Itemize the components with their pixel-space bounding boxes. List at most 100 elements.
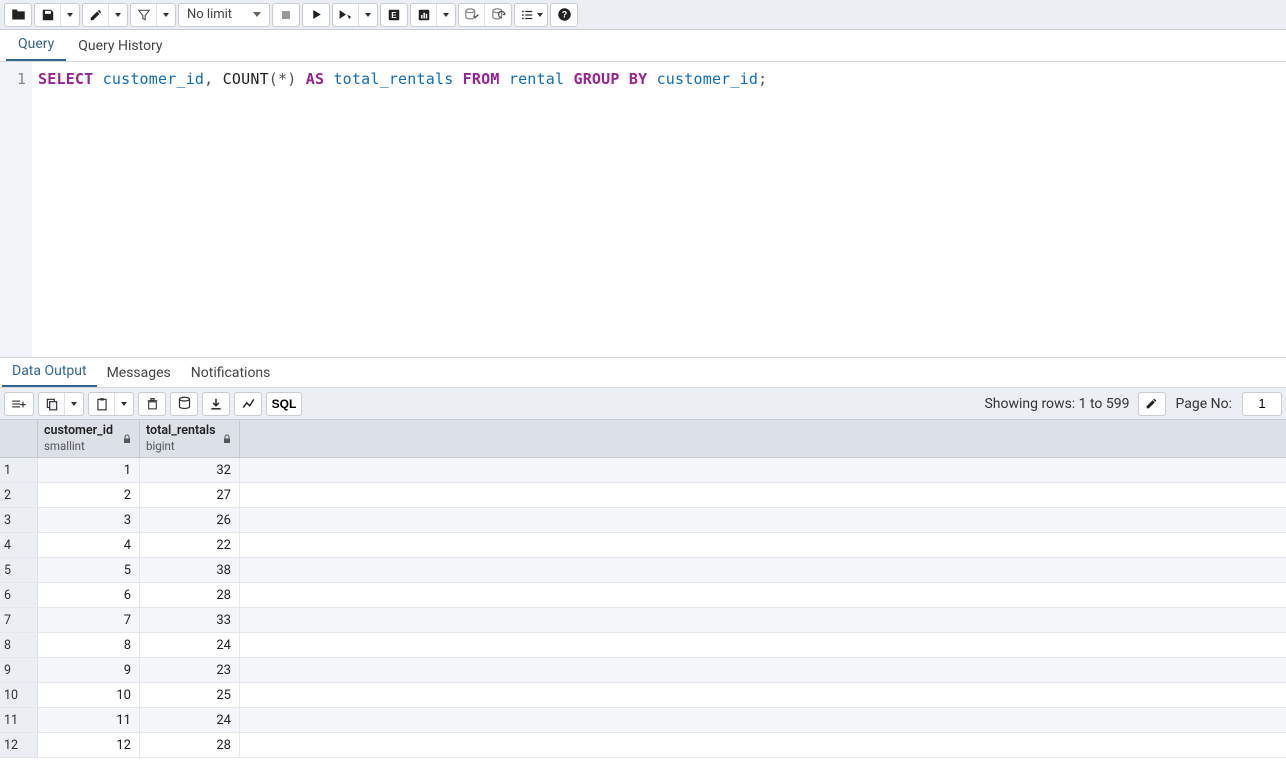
edit-dropdown-button[interactable] <box>109 4 127 26</box>
table-row[interactable]: 3326 <box>0 508 1286 533</box>
cell[interactable]: 1 <box>38 458 140 482</box>
table-row[interactable]: 101025 <box>0 683 1286 708</box>
tab-notifications[interactable]: Notifications <box>181 358 281 387</box>
save-data-button[interactable] <box>171 393 197 415</box>
execute-button[interactable] <box>303 4 329 26</box>
column-header-customer-id[interactable]: customer_id smallint <box>38 420 140 457</box>
db-rollback-icon <box>491 7 506 22</box>
save-button[interactable] <box>35 4 61 26</box>
table-row[interactable]: 2227 <box>0 483 1286 508</box>
cell[interactable]: 8 <box>38 633 140 657</box>
trash-icon <box>146 397 159 411</box>
cell[interactable]: 6 <box>38 583 140 607</box>
download-icon <box>209 397 223 411</box>
add-row-button[interactable] <box>5 393 33 415</box>
execute-dropdown-button[interactable] <box>359 4 377 26</box>
output-tabs: Data Output Messages Notifications <box>0 358 1286 388</box>
sql-button[interactable]: SQL <box>267 393 301 415</box>
grid-body[interactable]: 1132222733264422553866287733882499231010… <box>0 458 1286 758</box>
chevron-down-icon <box>71 402 77 406</box>
db-save-icon <box>177 396 192 411</box>
table-row[interactable]: 8824 <box>0 633 1286 658</box>
cell[interactable]: 24 <box>140 708 240 732</box>
rownum-header[interactable] <box>0 420 38 457</box>
cell[interactable]: 2 <box>38 483 140 507</box>
tab-query[interactable]: Query <box>6 28 66 61</box>
pencil-icon <box>1145 397 1158 410</box>
filter-button[interactable] <box>131 4 157 26</box>
cell[interactable]: 5 <box>38 558 140 582</box>
db-commit-icon <box>464 7 479 22</box>
cell[interactable]: 10 <box>38 683 140 707</box>
folder-icon <box>11 8 26 21</box>
cell[interactable]: 22 <box>140 533 240 557</box>
sql-editor[interactable]: 1 SELECT customer_id, COUNT(*) AS total_… <box>0 62 1286 358</box>
explain-analyze-dropdown-button[interactable] <box>437 4 455 26</box>
commit-button[interactable] <box>459 4 485 26</box>
cell[interactable]: 3 <box>38 508 140 532</box>
table-row[interactable]: 111124 <box>0 708 1286 733</box>
cell[interactable]: 26 <box>140 508 240 532</box>
row-number: 7 <box>0 608 38 632</box>
graph-visualizer-button[interactable] <box>235 393 261 415</box>
cell[interactable]: 28 <box>140 583 240 607</box>
table-row[interactable]: 4422 <box>0 533 1286 558</box>
stop-button[interactable] <box>273 4 299 26</box>
cell[interactable]: 25 <box>140 683 240 707</box>
edit-page-button[interactable] <box>1139 393 1165 415</box>
column-name: total_rentals <box>146 423 221 439</box>
explain-icon: E <box>387 8 401 22</box>
bar-chart-icon <box>417 8 431 22</box>
macros-button[interactable] <box>515 4 547 26</box>
cell[interactable]: 11 <box>38 708 140 732</box>
chevron-down-icon <box>115 13 121 17</box>
limit-dropdown[interactable]: No limit <box>179 4 269 26</box>
table-row[interactable]: 7733 <box>0 608 1286 633</box>
add-row-icon <box>11 397 27 411</box>
table-row[interactable]: 6628 <box>0 583 1286 608</box>
cell[interactable]: 27 <box>140 483 240 507</box>
save-dropdown-button[interactable] <box>61 4 79 26</box>
edit-button[interactable] <box>83 4 109 26</box>
tab-query-history[interactable]: Query History <box>66 30 174 61</box>
cell[interactable]: 32 <box>140 458 240 482</box>
cell[interactable]: 9 <box>38 658 140 682</box>
cell[interactable]: 28 <box>140 733 240 757</box>
table-row[interactable]: 1132 <box>0 458 1286 483</box>
filter-dropdown-button[interactable] <box>157 4 175 26</box>
cell[interactable]: 38 <box>140 558 240 582</box>
code-line[interactable]: SELECT customer_id, COUNT(*) AS total_re… <box>32 62 1286 357</box>
svg-text:?: ? <box>561 10 566 20</box>
play-icon <box>310 8 323 21</box>
list-icon <box>520 8 534 22</box>
tab-data-output[interactable]: Data Output <box>2 356 97 387</box>
cell[interactable]: 4 <box>38 533 140 557</box>
row-number: 10 <box>0 683 38 707</box>
copy-button[interactable] <box>39 393 65 415</box>
execute-options-button[interactable] <box>333 4 359 26</box>
explain-analyze-button[interactable] <box>411 4 437 26</box>
help-button[interactable]: ? <box>551 4 577 26</box>
tab-messages[interactable]: Messages <box>97 358 181 387</box>
table-row[interactable]: 121228 <box>0 733 1286 758</box>
paste-dropdown-button[interactable] <box>115 393 133 415</box>
rollback-button[interactable] <box>485 4 511 26</box>
table-row[interactable]: 5538 <box>0 558 1286 583</box>
cell[interactable]: 23 <box>140 658 240 682</box>
paste-button[interactable] <box>89 393 115 415</box>
download-button[interactable] <box>203 393 229 415</box>
table-row[interactable]: 9923 <box>0 658 1286 683</box>
cell[interactable]: 12 <box>38 733 140 757</box>
page-number-input[interactable] <box>1242 392 1282 416</box>
copy-dropdown-button[interactable] <box>65 393 83 415</box>
column-type: bigint <box>146 439 221 454</box>
cell[interactable]: 24 <box>140 633 240 657</box>
rows-info: Showing rows: 1 to 599 <box>980 396 1133 412</box>
row-number: 9 <box>0 658 38 682</box>
cell[interactable]: 33 <box>140 608 240 632</box>
open-file-button[interactable] <box>5 4 31 26</box>
column-header-total-rentals[interactable]: total_rentals bigint <box>140 420 240 457</box>
cell[interactable]: 7 <box>38 608 140 632</box>
delete-row-button[interactable] <box>139 393 165 415</box>
explain-button[interactable]: E <box>381 4 407 26</box>
